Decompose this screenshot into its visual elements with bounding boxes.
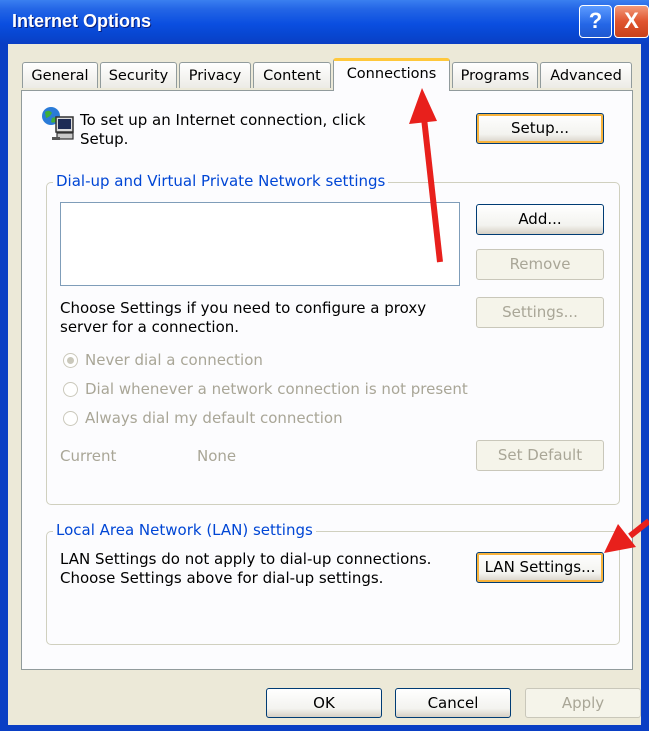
connections-pointer-arrow: [421, 117, 443, 263]
lan-pointer-arrowhead: [604, 524, 636, 553]
lan-pointer-arrow: [628, 518, 649, 539]
connections-pointer-arrowhead: [409, 88, 437, 124]
annotation-arrows: [409, 88, 649, 553]
internet-options-window: Internet Options ? X General Security Pr…: [0, 0, 649, 731]
